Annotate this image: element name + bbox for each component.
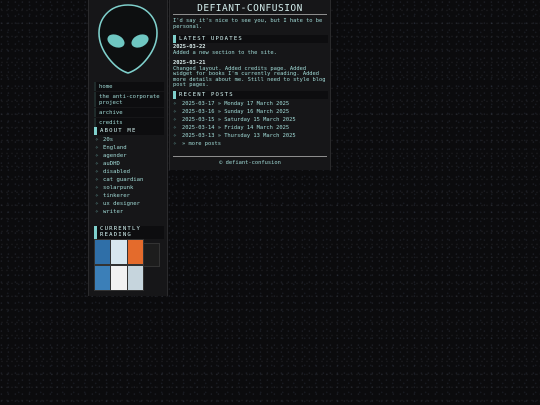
diamond-star-icon: ✧ bbox=[95, 184, 99, 191]
list-item: ✧ tinkerer bbox=[95, 192, 130, 199]
diamond-star-icon: ✧ bbox=[95, 136, 99, 143]
main-panel: DEFIANT-CONFUSION I'd say it's nice to s… bbox=[169, 0, 331, 170]
list-item: ✧ cat guardian bbox=[95, 176, 144, 183]
list-item: ✧ disabled bbox=[95, 168, 130, 175]
diamond-star-icon: ✧ bbox=[173, 108, 177, 115]
nav-item-archive[interactable]: archive bbox=[94, 108, 164, 117]
nav-item-credits[interactable]: credits bbox=[94, 118, 164, 127]
updates-heading: LATEST UPDATES bbox=[173, 35, 328, 43]
list-item: ✧ ux designer bbox=[95, 200, 141, 207]
list-item: ✧ England bbox=[95, 144, 127, 151]
list-item: ✧ agender bbox=[95, 152, 127, 159]
list-item: ✧ 2025-03-13 » Thursday 13 March 2025 bbox=[173, 132, 327, 140]
posts-heading: RECENT POSTS bbox=[173, 91, 328, 99]
book-cover[interactable] bbox=[94, 265, 111, 291]
sidebar: home the anti-corporate project archive … bbox=[88, 0, 168, 296]
update-entry: 2025-03-21 Changed layout. Added credits… bbox=[173, 60, 327, 89]
diamond-star-icon: ✧ bbox=[95, 160, 99, 167]
recent-posts-list: ✧ 2025-03-17 » Monday 17 March 2025 ✧ 2025… bbox=[173, 100, 327, 148]
book-cover[interactable] bbox=[143, 243, 160, 267]
update-text: Added a new section to the site. bbox=[173, 49, 277, 56]
nav-item-home[interactable]: home bbox=[94, 82, 164, 91]
book-cover[interactable] bbox=[127, 239, 144, 265]
list-item: ✧ auDHD bbox=[95, 160, 120, 167]
diamond-star-icon: ✧ bbox=[95, 208, 99, 215]
post-link[interactable]: 2025-03-14 » Friday 14 March 2025 bbox=[182, 124, 289, 132]
reading-books bbox=[94, 239, 160, 291]
post-link[interactable]: 2025-03-15 » Saturday 15 March 2025 bbox=[182, 116, 296, 124]
diamond-star-icon: ✧ bbox=[95, 168, 99, 175]
book-cover[interactable] bbox=[110, 265, 128, 291]
list-item: ✧ 2025-03-14 » Friday 14 March 2025 bbox=[173, 124, 327, 132]
update-text: Changed layout. Added credits page. Adde… bbox=[173, 65, 326, 89]
site-title: DEFIANT-CONFUSION bbox=[173, 2, 327, 15]
diamond-star-icon: ✧ bbox=[173, 140, 177, 147]
footer-divider bbox=[173, 156, 327, 157]
book-cover[interactable] bbox=[94, 239, 111, 265]
diamond-star-icon: ✧ bbox=[173, 132, 177, 139]
book-cover[interactable] bbox=[110, 239, 128, 265]
diamond-star-icon: ✧ bbox=[95, 144, 99, 151]
diamond-star-icon: ✧ bbox=[173, 124, 177, 131]
diamond-star-icon: ✧ bbox=[173, 100, 177, 107]
list-item: ✧ 20s bbox=[95, 136, 114, 143]
main-nav: home the anti-corporate project archive … bbox=[94, 82, 164, 128]
reading-heading: CURRENTLY READING bbox=[94, 226, 164, 239]
update-entry: 2025-03-22 Added a new section to the si… bbox=[173, 44, 327, 56]
book-cover[interactable] bbox=[127, 265, 144, 291]
intro-text: I'd say it's nice to see you, but I hate… bbox=[173, 18, 323, 30]
diamond-star-icon: ✧ bbox=[173, 116, 177, 123]
list-item: ✧ writer bbox=[95, 208, 124, 215]
diamond-star-icon: ✧ bbox=[95, 176, 99, 183]
nav-item-anti-corporate-project[interactable]: the anti-corporate project bbox=[94, 92, 164, 107]
post-link[interactable]: 2025-03-17 » Monday 17 March 2025 bbox=[182, 100, 289, 108]
about-list: ✧ 20s ✧ England ✧ agender ✧ auDHD ✧ disabled … bbox=[95, 136, 165, 216]
list-item: ✧ 2025-03-16 » Sunday 16 March 2025 bbox=[173, 108, 327, 116]
post-link[interactable]: 2025-03-16 » Sunday 16 March 2025 bbox=[182, 108, 289, 116]
diamond-star-icon: ✧ bbox=[95, 200, 99, 207]
about-heading: ABOUT ME bbox=[94, 127, 164, 135]
more-posts-link[interactable]: » more posts bbox=[182, 140, 221, 148]
list-item: ✧ 2025-03-17 » Monday 17 March 2025 bbox=[173, 100, 327, 108]
diamond-star-icon: ✧ bbox=[95, 152, 99, 159]
post-link[interactable]: 2025-03-13 » Thursday 13 March 2025 bbox=[182, 132, 296, 140]
list-item: ✧ » more posts bbox=[173, 140, 327, 148]
diamond-star-icon: ✧ bbox=[95, 192, 99, 199]
footer: © defiant-confusion bbox=[219, 160, 281, 166]
list-item: ✧ solarpunk bbox=[95, 184, 134, 191]
list-item: ✧ 2025-03-15 » Saturday 15 March 2025 bbox=[173, 116, 327, 124]
alien-head-icon[interactable] bbox=[97, 3, 159, 75]
